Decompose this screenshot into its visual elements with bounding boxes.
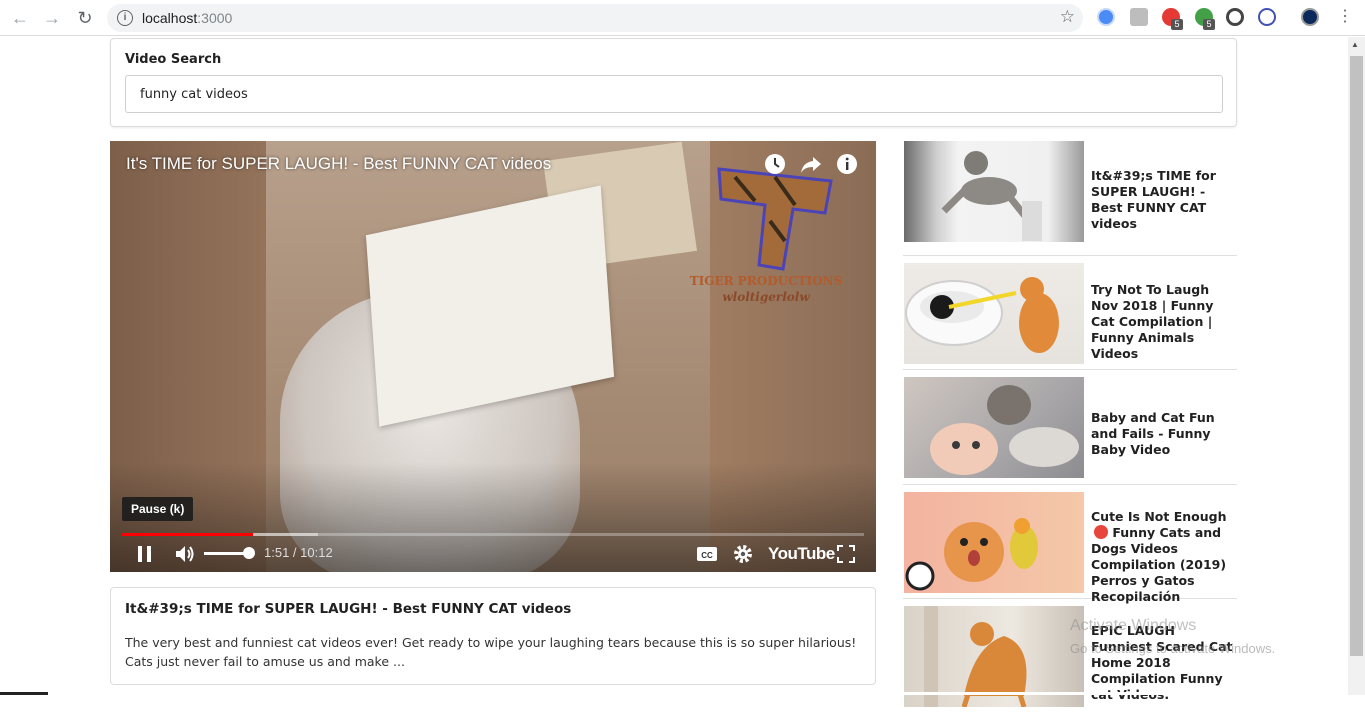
site-info-icon[interactable]: i [117,10,133,26]
video-player[interactable]: TIGER PRODUCTIONS wloltigerlolw It's TIM… [110,141,876,572]
activate-windows-hint: Go to Settings to activate Windows. [1070,641,1276,656]
forward-arrow-icon[interactable]: → [40,6,64,30]
address-bar[interactable]: i localhost:3000 ☆ [107,4,1083,32]
time-display: 1:51 / 10:12 [264,545,333,560]
extension-icon[interactable] [1130,8,1148,26]
back-arrow-icon[interactable]: ← [8,6,32,30]
progress-bar[interactable] [122,533,864,536]
profile-avatar[interactable] [1301,8,1319,26]
search-card: Video Search [110,38,1237,127]
pause-tooltip: Pause (k) [122,497,194,521]
info-icon[interactable] [836,153,858,175]
extension-icon[interactable] [1226,8,1244,26]
reload-icon[interactable]: ↻ [73,6,97,30]
volume-button[interactable] [174,541,198,567]
video-list-title[interactable]: Baby and Cat Fun and Fails - Funny Baby … [1091,410,1237,458]
progress-played [122,533,254,536]
share-icon[interactable] [800,153,822,175]
extension-badge: 5 [1171,19,1183,30]
extension-icon[interactable] [1097,8,1115,26]
channel-logo-icon [717,167,833,271]
video-detail-description: The very best and funniest cat videos ev… [125,635,857,669]
svg-text:CC: CC [701,551,713,560]
video-thumbnail[interactable] [904,377,1084,478]
video-list-title[interactable]: It&#39;s TIME for SUPER LAUGH! - Best FU… [1091,168,1237,232]
gear-icon [734,545,752,563]
player-title[interactable]: It's TIME for SUPER LAUGH! - Best FUNNY … [126,154,551,174]
video-thumbnail[interactable] [904,491,1084,593]
pause-icon [138,546,151,562]
volume-icon [176,546,194,562]
extension-icon[interactable] [1258,8,1276,26]
fullscreen-icon [837,545,855,563]
video-list-title[interactable]: Try Not To Laugh Nov 2018 | Funny Cat Co… [1091,282,1237,362]
search-input[interactable] [125,75,1223,113]
browser-menu-icon[interactable]: ⋮ [1335,7,1355,27]
search-label: Video Search [125,52,222,67]
video-detail-title: It&#39;s TIME for SUPER LAUGH! - Best FU… [125,601,572,617]
video-thumbnail[interactable] [904,262,1084,364]
fullscreen-button[interactable] [836,541,856,567]
youtube-logo[interactable]: YouTube [768,541,835,567]
video-list-item[interactable]: It&#39;s TIME for SUPER LAUGH! - Best FU… [903,141,1237,256]
video-thumbnail[interactable] [904,141,1084,242]
scroll-up-arrow-icon[interactable]: ▲ [1351,40,1359,49]
emoji-red-circle-icon [1094,524,1108,539]
controls-gradient [110,462,876,572]
bookmark-star-icon[interactable]: ☆ [1060,7,1075,27]
video-list-item[interactable]: Baby and Cat Fun and Fails - Funny Baby … [903,370,1237,485]
video-list-item[interactable]: Cute Is Not Enough Funny Cats and Dogs V… [903,485,1237,604]
browser-toolbar: ← → ↻ i localhost:3000 ☆ 5 5 ⋮ [0,0,1365,36]
watch-later-icon[interactable] [764,153,786,175]
video-list-title[interactable]: Cute Is Not Enough Funny Cats and Dogs V… [1091,509,1237,605]
settings-button[interactable] [732,541,754,567]
video-list-title[interactable]: EPIC LAUGH Funniest Scared Cat Home 2018… [1091,623,1237,703]
activate-windows-watermark: Activate Windows [1070,617,1197,634]
scrollbar-thumb[interactable] [1350,56,1363,656]
video-list-item[interactable]: Try Not To Laugh Nov 2018 | Funny Cat Co… [903,256,1237,370]
volume-slider-handle[interactable] [243,547,255,559]
extension-badge: 5 [1203,19,1215,30]
video-detail-card: It&#39;s TIME for SUPER LAUGH! - Best FU… [110,587,876,685]
channel-watermark: TIGER PRODUCTIONS wloltigerlolw [689,274,843,304]
url-text[interactable]: localhost:3000 [142,10,232,26]
pause-button[interactable] [134,541,156,567]
subtitles-button[interactable]: CC [696,541,718,567]
closed-captions-icon: CC [697,547,717,561]
